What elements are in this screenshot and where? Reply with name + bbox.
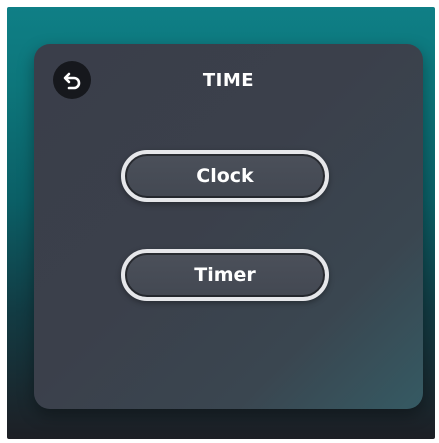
clock-button-label: Clock	[196, 165, 254, 187]
timer-button[interactable]: Timer	[121, 249, 329, 301]
clock-button[interactable]: Clock	[121, 150, 329, 202]
page-title: TIME	[202, 70, 255, 91]
time-panel: TIME Clock Timer	[34, 44, 423, 409]
screen: TIME Clock Timer	[7, 7, 435, 439]
timer-button-label: Timer	[194, 264, 256, 286]
